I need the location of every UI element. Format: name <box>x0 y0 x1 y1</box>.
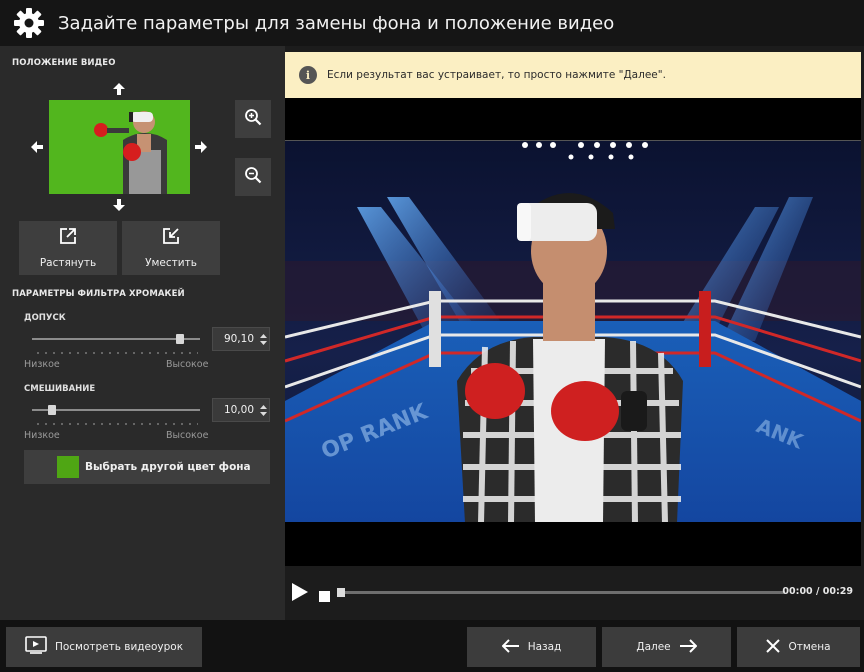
title-bar: Задайте параметры для замены фона и поло… <box>0 0 864 46</box>
arrow-right-icon[interactable] <box>194 140 208 154</box>
gear-icon <box>12 6 46 40</box>
tolerance-high-label: Высокое <box>166 359 209 370</box>
spin-arrows-icon[interactable] <box>257 399 269 421</box>
blending-low-label: Низкое <box>24 430 60 441</box>
arrow-back-icon <box>501 638 520 657</box>
choose-background-color-button[interactable]: Выбрать другой цвет фона <box>24 450 270 484</box>
seek-bar[interactable] <box>337 588 785 597</box>
next-label: Далее <box>636 641 671 653</box>
blending-slider-handle[interactable] <box>48 405 57 415</box>
stretch-button[interactable]: Растянуть <box>19 221 117 275</box>
fit-button[interactable]: Уместить <box>122 221 220 275</box>
arrow-next-icon <box>679 638 698 657</box>
playback-controls: 00:00 / 00:29 <box>285 566 861 616</box>
blending-label: СМЕШИВАНИЕ <box>24 384 96 394</box>
chroma-section-title: ПАРАМЕТРЫ ФИЛЬТРА ХРОМАКЕЙ <box>12 289 185 299</box>
zoom-in-button[interactable] <box>235 100 271 138</box>
blending-value[interactable]: 10,00 <box>213 404 257 416</box>
choose-color-label: Выбрать другой цвет фона <box>85 461 251 473</box>
zoom-out-icon <box>244 166 262 188</box>
blending-ticks <box>34 423 198 425</box>
tolerance-spinbox[interactable]: 90,10 <box>212 327 270 351</box>
tolerance-label: ДОПУСК <box>24 313 66 323</box>
video-tutorial-icon <box>25 636 47 658</box>
tolerance-value[interactable]: 90,10 <box>213 333 257 345</box>
video-thumbnail[interactable] <box>49 100 190 194</box>
tolerance-low-label: Низкое <box>24 359 60 370</box>
fit-icon <box>162 227 180 249</box>
stretch-label: Растянуть <box>39 257 97 269</box>
position-section-title: ПОЛОЖЕНИЕ ВИДЕО <box>12 58 116 68</box>
info-banner: i Если результат вас устраивает, то прос… <box>285 52 861 98</box>
time-display: 00:00 / 00:29 <box>782 586 853 597</box>
blending-high-label: Высокое <box>166 430 209 441</box>
info-icon: i <box>299 66 317 84</box>
settings-panel: ПОЛОЖЕНИЕ ВИДЕО Растянуть Уместить ПАРАМ… <box>0 46 285 620</box>
spin-arrows-icon[interactable] <box>257 328 269 350</box>
video-tutorial-button[interactable]: Посмотреть видеоурок <box>6 627 202 667</box>
seek-handle[interactable] <box>337 588 345 597</box>
play-icon[interactable] <box>291 582 309 606</box>
close-icon <box>766 638 781 657</box>
preview-panel: i Если результат вас устраивает, то прос… <box>285 46 864 620</box>
stop-icon[interactable] <box>319 587 330 606</box>
video-tutorial-label: Посмотреть видеоурок <box>54 641 184 653</box>
window-title: Задайте параметры для замены фона и поло… <box>58 12 615 34</box>
arrow-left-icon[interactable] <box>30 140 44 154</box>
video-frame: OP RANK ANK <box>285 140 861 522</box>
key-color-swatch <box>57 456 79 478</box>
arrow-up-icon[interactable] <box>112 82 126 96</box>
video-preview[interactable]: OP RANK ANK <box>285 98 861 566</box>
cancel-button[interactable]: Отмена <box>737 627 860 667</box>
back-button[interactable]: Назад <box>467 627 596 667</box>
tolerance-ticks <box>34 352 198 354</box>
stretch-icon <box>59 227 77 249</box>
blending-slider[interactable] <box>32 405 200 415</box>
cancel-label: Отмена <box>788 641 831 653</box>
zoom-in-icon <box>244 108 262 130</box>
fit-label: Уместить <box>145 257 197 269</box>
zoom-out-button[interactable] <box>235 158 271 196</box>
tolerance-slider[interactable] <box>32 334 200 344</box>
info-text: Если результат вас устраивает, то просто… <box>327 69 666 81</box>
tolerance-slider-handle[interactable] <box>175 334 184 344</box>
footer-bar: Посмотреть видеоурок Назад Далее Отмена <box>0 620 864 672</box>
arrow-down-icon[interactable] <box>112 198 126 212</box>
next-button[interactable]: Далее <box>602 627 731 667</box>
blending-spinbox[interactable]: 10,00 <box>212 398 270 422</box>
back-label: Назад <box>527 641 562 653</box>
